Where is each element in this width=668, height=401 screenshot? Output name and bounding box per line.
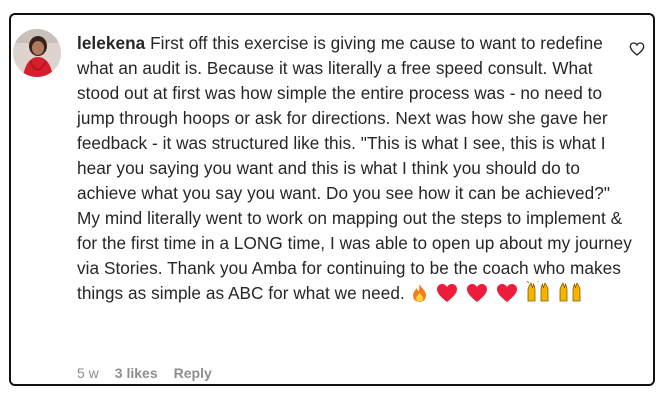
comment-username[interactable]: lelekena [77, 33, 145, 53]
comment-meta: 5 w 3 likes Reply [77, 365, 212, 381]
emoji-row [410, 281, 585, 303]
red-heart-emoji [467, 284, 488, 302]
avatar[interactable] [13, 29, 61, 77]
comment-card: lelekena First off this exercise is givi… [9, 13, 655, 386]
red-heart-emoji [437, 284, 458, 302]
reply-button[interactable]: Reply [174, 365, 212, 381]
likes-count-link[interactable]: 3 likes [115, 365, 158, 381]
red-heart-emoji [497, 284, 518, 302]
raising-hands-emoji [526, 281, 549, 302]
heart-like-icon[interactable] [629, 41, 645, 57]
comment-age: 5 w [77, 365, 99, 381]
fire-emoji [412, 284, 426, 302]
comment-text: First off this exercise is giving me cau… [77, 33, 632, 303]
comment-body: lelekena First off this exercise is givi… [77, 31, 632, 306]
raising-hands-emoji [559, 282, 581, 302]
avatar-photo [13, 29, 61, 77]
